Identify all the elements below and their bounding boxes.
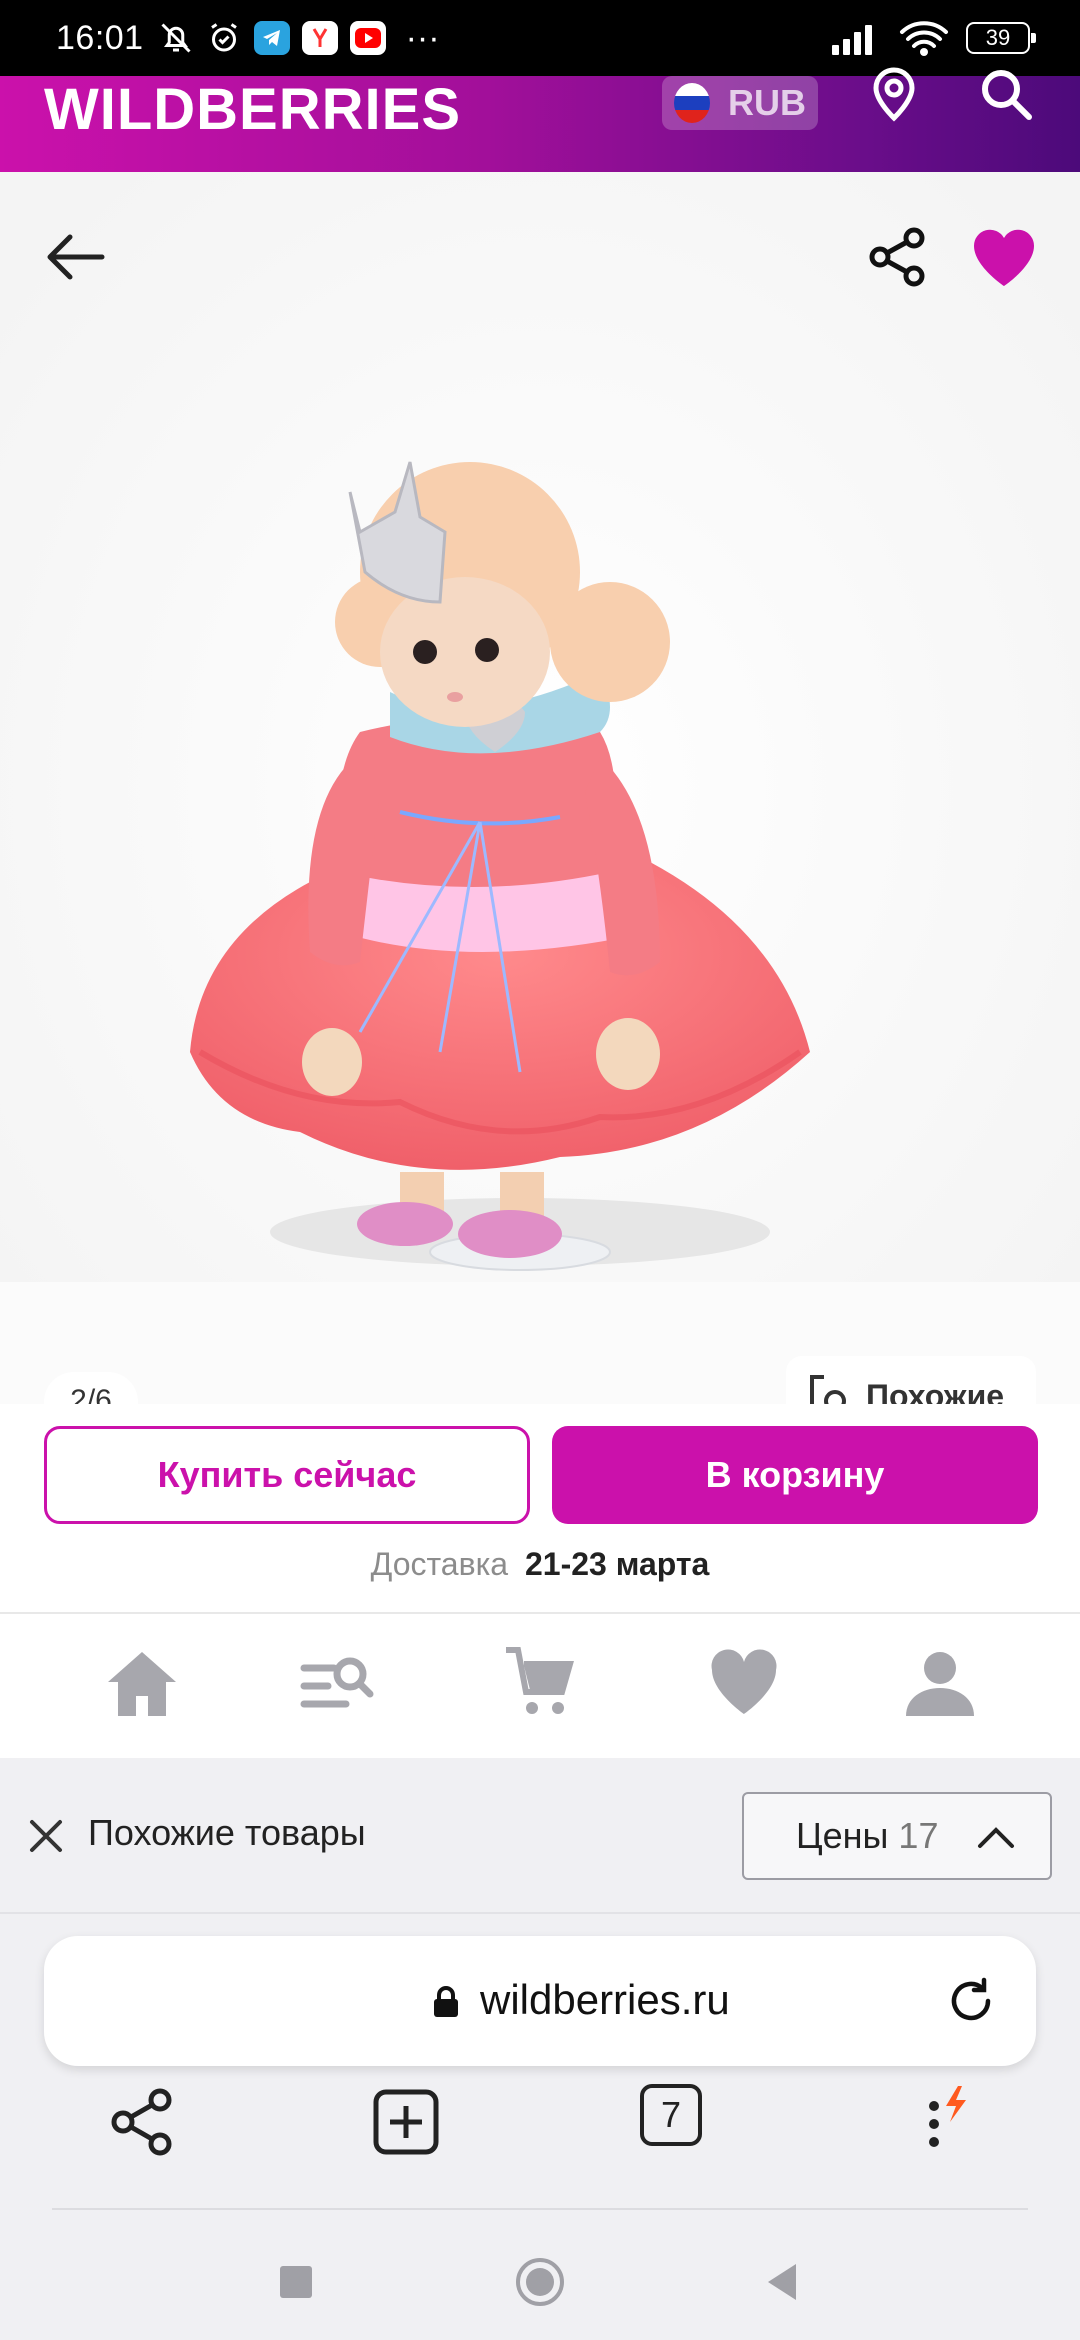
share-icon[interactable] [866,224,928,290]
back-triangle-icon[interactable] [756,2254,812,2310]
search-icon[interactable] [976,64,1036,124]
android-navigation-bar [0,2226,1080,2340]
add-to-cart-button[interactable]: В корзину [552,1426,1038,1524]
buy-panel: Купить сейчас В корзину Доставка 21-23 м… [0,1404,1080,1614]
wifi-icon [900,21,948,56]
similar-search-icon [810,1375,846,1404]
prices-count: 17 [898,1815,939,1856]
status-time: 16:01 [56,18,144,57]
alarm-icon [210,23,237,52]
buy-now-button[interactable]: Купить сейчас [44,1426,530,1524]
app-header: WILDBERRIES RUB [0,67,1080,172]
favorites-icon[interactable] [704,1644,784,1724]
yandex-icon [301,21,338,55]
lock-icon [434,1986,458,2017]
similar-goods-title: Похожие товары [88,1812,366,1853]
browser-toolbar: wildberries.ru 7 [0,1914,1080,2226]
gallery-counter-text: 2/6 [70,1384,112,1404]
bell-off-icon [161,23,191,53]
close-icon[interactable] [24,1814,68,1858]
similar-goods-bar: Похожие товары Цены 17 [0,1758,1080,1914]
chevron-up-icon [978,1827,1014,1848]
prices-label: Цены [796,1815,889,1856]
favorite-heart-icon[interactable] [970,226,1038,290]
prices-button[interactable]: Цены 17 [742,1792,1052,1880]
battery-icon: 39 [966,22,1036,54]
status-notification-icons: ··· [158,19,440,58]
recents-icon[interactable] [268,2254,324,2310]
new-tab-icon[interactable] [372,2084,442,2160]
currency-label: RUB [728,82,806,123]
delivery-info: Доставка 21-23 марта [0,1546,1080,1583]
profile-icon[interactable] [900,1644,980,1724]
delivery-dates: 21-23 марта [524,1546,710,1582]
tabs-switcher[interactable]: 7 [640,2084,710,2160]
catalog-search-icon[interactable] [298,1644,378,1724]
address-bar[interactable]: wildberries.ru [44,1936,1036,2066]
delivery-label: Доставка [370,1546,509,1582]
reload-icon[interactable] [946,1976,996,2026]
russia-flag-icon [674,83,710,123]
home-circle-icon[interactable] [512,2254,568,2310]
url-text: wildberries.ru [480,1976,730,2023]
wildberries-logo[interactable]: WILDBERRIES [44,76,461,143]
back-arrow-icon[interactable] [40,222,110,292]
divider [52,2208,1028,2210]
product-gallery[interactable]: 2/6 Похожие [0,172,1080,1404]
youtube-icon [349,21,386,55]
battery-level: 39 [985,25,1011,50]
browser-share-icon[interactable] [108,2084,178,2160]
telegram-icon [253,21,290,55]
similar-products-label: Похожие [866,1377,1005,1405]
bottom-navigation [0,1614,1080,1758]
similar-products-button[interactable]: Похожие [786,1356,1036,1404]
cart-icon[interactable] [500,1644,580,1724]
browser-menu-icon[interactable] [906,2084,976,2160]
home-icon[interactable] [102,1644,182,1724]
tabs-count: 7 [640,2084,702,2146]
product-photo-doll [0,172,1080,1404]
currency-selector[interactable]: RUB [662,76,818,130]
more-notifications-icon: ··· [405,18,440,57]
signal-icon [832,25,872,55]
gallery-counter: 2/6 [44,1372,138,1404]
location-pin-icon[interactable] [864,64,924,124]
browser-tools: 7 [0,2084,1080,2204]
